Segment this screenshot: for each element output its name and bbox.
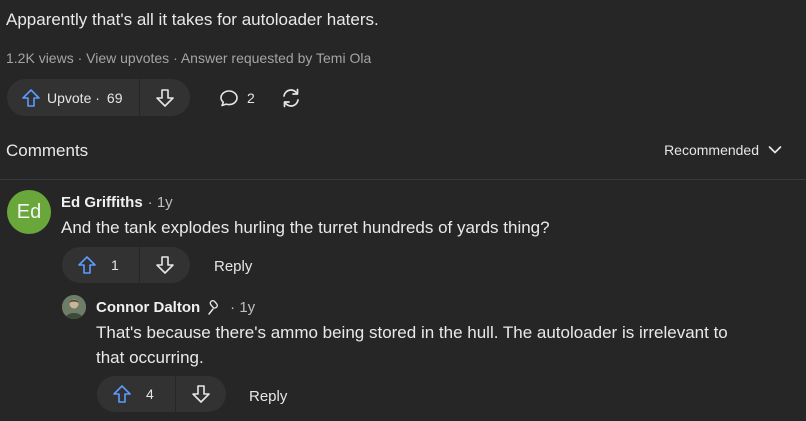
microphone-icon: [207, 298, 225, 316]
arrow-up-icon: [21, 88, 41, 108]
comment-vote-pill: 1: [62, 247, 190, 283]
comment-downvote-button[interactable]: [140, 247, 190, 283]
section-divider: [0, 179, 806, 180]
answer-meta: 1.2K views · View upvotes · Answer reque…: [6, 50, 371, 66]
avatar[interactable]: [62, 295, 86, 319]
comment-author-line: Ed Griffiths · 1y: [61, 194, 173, 211]
avatar-initials: Ed: [16, 200, 42, 223]
comment-bubble-icon: [219, 88, 239, 108]
upvote-label: Upvote ·: [47, 89, 100, 106]
meta-separator: ·: [173, 50, 181, 66]
comment-timestamp: · 1y: [147, 194, 173, 211]
views-count: 1.2K views: [6, 50, 74, 66]
comments-heading: Comments: [6, 141, 89, 160]
comment-body-line: That's because there's ammo being stored…: [96, 323, 728, 342]
reply-button[interactable]: Reply: [249, 388, 287, 405]
arrow-down-icon: [155, 255, 175, 275]
comment-author-name[interactable]: Connor Dalton: [96, 299, 200, 316]
comments-sort-dropdown[interactable]: Recommended: [664, 142, 782, 158]
comment-count: 2: [247, 90, 255, 106]
comment-downvote-button[interactable]: [176, 376, 226, 412]
comment-body: That's because there's ammo being stored…: [96, 320, 796, 370]
answer-downvote-button[interactable]: [140, 79, 190, 116]
reply-button[interactable]: Reply: [214, 258, 252, 275]
comment-author-line: Connor Dalton · 1y: [96, 298, 255, 316]
comment-button[interactable]: 2: [219, 88, 255, 108]
comment-vote-pill: 4: [97, 376, 226, 412]
comment-upvote-button[interactable]: 1: [62, 247, 140, 283]
upvote-count: 69: [106, 89, 123, 106]
comment-upvote-button[interactable]: 4: [97, 376, 176, 412]
comment-body-line: that occurring.: [96, 348, 204, 367]
answer-requested-by: Answer requested by Temi Ola: [180, 50, 372, 66]
meta-separator: ·: [77, 50, 87, 66]
chevron-down-icon: [768, 145, 782, 155]
answer-text: Apparently that's all it takes for autol…: [6, 10, 379, 29]
view-upvotes-link[interactable]: View upvotes: [86, 50, 169, 66]
comment-author-name[interactable]: Ed Griffiths: [61, 194, 143, 211]
arrow-down-icon: [155, 88, 175, 108]
arrow-down-icon: [191, 384, 211, 404]
reshare-icon: [280, 87, 302, 109]
answer-page: Apparently that's all it takes for autol…: [0, 0, 806, 421]
comment-body: And the tank explodes hurling the turret…: [61, 218, 550, 237]
reshare-button[interactable]: [280, 87, 302, 109]
arrow-up-icon: [112, 384, 132, 404]
arrow-up-icon: [77, 255, 97, 275]
answer-upvote-button[interactable]: Upvote · 69: [7, 79, 140, 116]
answer-vote-pill: Upvote · 69: [7, 79, 190, 116]
comment-upvote-count: 1: [111, 257, 119, 273]
comment-upvote-count: 4: [146, 386, 154, 402]
avatar[interactable]: Ed: [7, 190, 51, 234]
sort-label: Recommended: [664, 142, 759, 158]
comment-timestamp: · 1y: [230, 298, 256, 316]
